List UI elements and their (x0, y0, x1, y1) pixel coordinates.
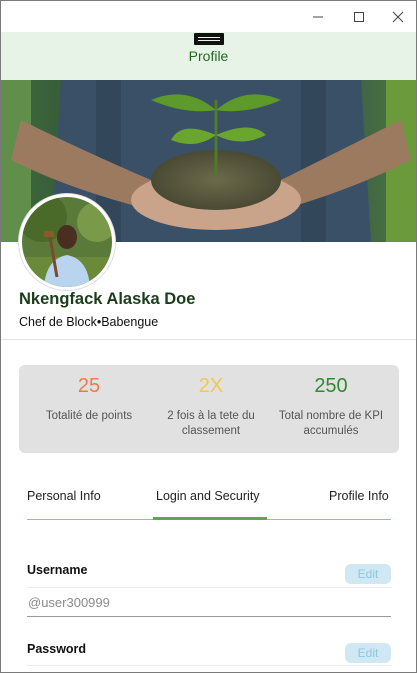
tab-profile-info[interactable]: Profile Info (329, 482, 389, 520)
avatar[interactable] (19, 194, 115, 290)
avatar-photo (22, 197, 112, 287)
stat-ranking-label: 2 fois à la tete du classement (167, 410, 255, 437)
stat-points-label: Totalité de points (45, 410, 133, 422)
tab-login-security[interactable]: Login and Security (156, 482, 260, 520)
username-input[interactable] (27, 587, 391, 617)
stat-kpi: 250 Total nombre de KPI accumulés (271, 365, 391, 453)
stats-card: 25 Totalité de points 2X 2 fois à la tet… (19, 365, 399, 453)
close-icon[interactable] (377, 1, 416, 32)
username-edit-button[interactable]: Edit (345, 564, 391, 584)
maximize-icon[interactable] (338, 1, 379, 32)
tab-personal-info[interactable]: Personal Info (27, 482, 101, 520)
page-title: Profile (188, 48, 229, 64)
active-tab-indicator (153, 517, 267, 520)
stat-ranking: 2X 2 fois à la tete du classement (151, 365, 271, 453)
username-label: Username (27, 563, 88, 577)
stat-points-value: 25 (77, 375, 101, 397)
section-divider (1, 339, 416, 340)
app-header: Profile (1, 32, 416, 80)
profile-tabs: Personal Info Login and Security Profile… (27, 482, 391, 522)
stat-kpi-value: 250 (314, 375, 348, 397)
app-window: Profile Nkengfack Alaska Doe Chef de Blo… (0, 0, 417, 673)
stat-kpi-label: Total nombre de KPI accumulés (278, 410, 384, 437)
profile-role: Chef de Block•Babengue (19, 315, 159, 329)
password-label: Password (27, 642, 87, 656)
password-input[interactable] (27, 665, 391, 672)
password-edit-button[interactable]: Edit (345, 643, 391, 663)
minimize-icon[interactable] (297, 1, 338, 32)
stat-ranking-value: 2X (198, 375, 224, 397)
stat-points: 25 Totalité de points (29, 365, 149, 453)
profile-name: Nkengfack Alaska Doe (19, 290, 196, 308)
window-titlebar[interactable] (1, 1, 416, 32)
hamburger-menu-icon[interactable] (194, 33, 224, 45)
